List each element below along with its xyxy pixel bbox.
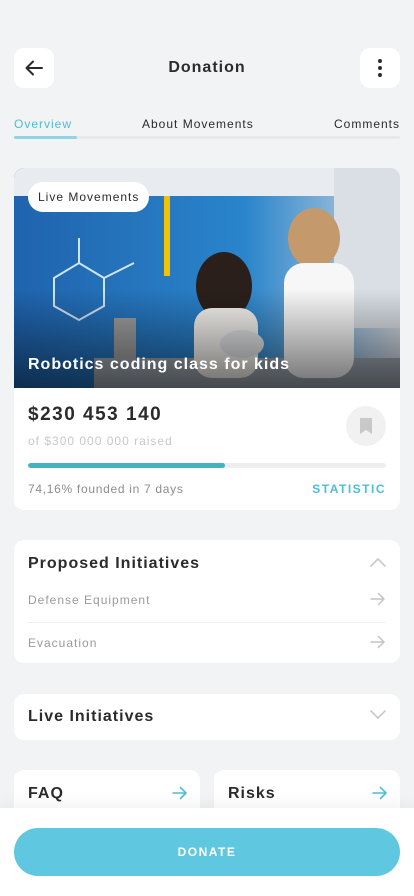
funding-progress-fill	[28, 463, 225, 468]
campaign-image: Live Movements Robotics coding class for…	[14, 168, 400, 388]
live-initiatives-card[interactable]: Live Initiatives	[14, 694, 400, 740]
campaign-card: Live Movements Robotics coding class for…	[14, 168, 400, 510]
live-initiatives-title: Live Initiatives	[28, 708, 155, 725]
campaign-title: Robotics coding class for kids	[28, 356, 291, 373]
bottom-action-bar: DONATE	[0, 808, 414, 896]
tab-active-indicator	[14, 136, 77, 139]
initiative-label: Evacuation	[28, 636, 98, 650]
page-title: Donation	[168, 59, 246, 76]
goal-text: of $300 000 000 raised	[28, 434, 173, 448]
live-movements-badge: Live Movements	[28, 182, 150, 212]
more-options-button[interactable]	[360, 48, 400, 88]
bookmark-icon	[360, 418, 372, 434]
amount-raised: $230 453 140	[28, 404, 163, 425]
initiative-row[interactable]: Defense Equipment	[28, 580, 386, 622]
founded-stat: 74,16% founded in 7 days	[28, 482, 184, 496]
bookmark-button[interactable]	[346, 406, 386, 446]
chevron-up-icon[interactable]	[370, 557, 386, 567]
header: Donation	[14, 48, 400, 88]
funding-progress-bar	[28, 463, 386, 468]
initiative-row[interactable]: Evacuation	[28, 622, 386, 663]
proposed-initiatives-card: Proposed Initiatives Defense Equipment E…	[14, 540, 400, 663]
risks-title: Risks	[228, 785, 276, 802]
chevron-down-icon[interactable]	[370, 710, 386, 720]
more-vertical-icon	[378, 59, 382, 77]
arrow-right-icon	[370, 592, 385, 606]
tab-overview[interactable]: Overview	[14, 117, 72, 131]
arrow-right-icon	[370, 635, 385, 649]
proposed-initiatives-title: Proposed Initiatives	[28, 555, 201, 572]
initiative-label: Defense Equipment	[28, 593, 151, 607]
arrow-right-icon	[372, 786, 387, 800]
arrow-right-icon	[172, 786, 187, 800]
tab-about-movements[interactable]: About Movements	[142, 117, 254, 131]
statistic-link[interactable]: STATISTIC	[312, 482, 386, 496]
tab-bar: Overview About Movements Comments	[14, 117, 400, 139]
tab-comments[interactable]: Comments	[334, 117, 400, 131]
faq-title: FAQ	[28, 785, 64, 802]
donate-button[interactable]: DONATE	[14, 828, 400, 876]
